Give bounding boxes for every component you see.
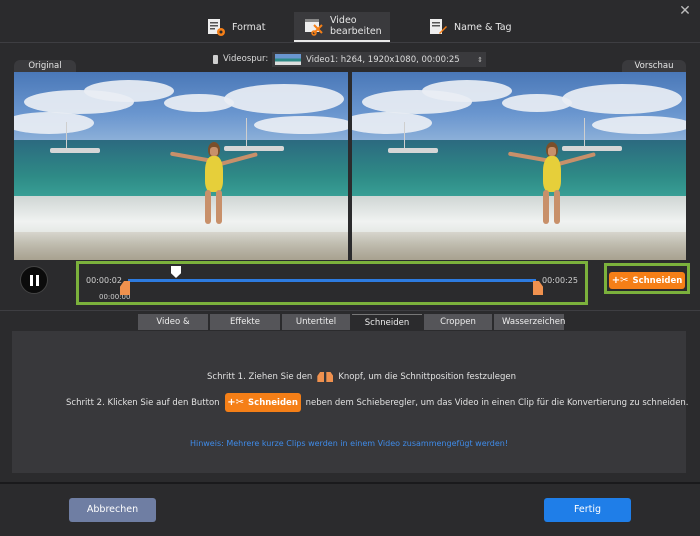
inline-cut-button: +✂ Schneiden: [224, 393, 301, 412]
timeline-track[interactable]: [128, 279, 536, 282]
track-label: Videospur:: [223, 54, 269, 64]
edit-subtabs: Video & Audio Effekte Untertitel Schneid…: [138, 314, 565, 343]
cancel-button[interactable]: Abbrechen: [69, 498, 156, 522]
video-edit-icon: [304, 16, 324, 36]
track-thumbnail: [275, 54, 301, 65]
end-time: 00:00:25: [542, 276, 578, 285]
step-1: Schritt 1. Ziehen Sie den Knopf, um die …: [207, 372, 516, 382]
done-button[interactable]: Fertig: [544, 498, 631, 522]
tab-format-label: Format: [232, 21, 266, 33]
subtab-video-audio[interactable]: Video & Audio: [138, 314, 208, 343]
hint-text: Hinweis: Mehrere kurze Clips werden in e…: [189, 439, 509, 448]
subtab-croppen[interactable]: Croppen: [424, 314, 492, 330]
step2-text-b: neben dem Schieberegler, um das Video in…: [305, 397, 689, 408]
tab-video-edit-label: Video bearbeiten: [330, 15, 382, 37]
original-video[interactable]: [14, 72, 348, 260]
timeline-highlight: [76, 261, 588, 305]
add-scissors-icon: +✂: [227, 397, 245, 408]
step1-text-b: Knopf, um die Schnittposition festzulege…: [338, 372, 516, 382]
subtab-untertitel[interactable]: Untertitel: [282, 314, 350, 330]
preview-video[interactable]: [352, 72, 686, 260]
pause-button[interactable]: [20, 266, 48, 294]
phone-icon: [213, 54, 218, 64]
track-value: Video1: h264, 1920x1080, 00:00:25: [306, 54, 460, 65]
cut-button[interactable]: +✂ Schneiden: [609, 272, 685, 289]
cut-button-label: Schneiden: [632, 275, 683, 286]
preview-label: Vorschau: [622, 60, 686, 72]
tab-name-tag-label: Name & Tag: [454, 21, 512, 33]
name-tag-icon: [428, 17, 448, 37]
subtab-effekte[interactable]: Effekte: [210, 314, 280, 330]
tab-format[interactable]: Format: [196, 12, 275, 42]
track-dropdown[interactable]: Video1: h264, 1920x1080, 00:00:25 ⇕: [272, 52, 486, 67]
add-scissors-icon: +✂: [611, 275, 629, 286]
inline-cut-label: Schneiden: [248, 397, 298, 408]
cut-handle-icon: [317, 372, 334, 382]
step1-text-a: Schritt 1. Ziehen Sie den: [207, 372, 313, 382]
subtab-schneiden[interactable]: Schneiden: [352, 314, 422, 330]
tab-video-edit[interactable]: Video bearbeiten: [294, 12, 390, 42]
format-icon: [206, 17, 226, 37]
close-icon[interactable]: ✕: [678, 4, 692, 18]
subtab-wasserzeichen[interactable]: Wasserzeichen: [494, 314, 565, 330]
cut-instructions-panel: Schritt 1. Ziehen Sie den Knopf, um die …: [12, 331, 689, 473]
tab-name-tag[interactable]: Name & Tag: [418, 12, 522, 42]
original-label: Original: [14, 60, 76, 72]
track-selector: Videospur:: [213, 54, 268, 64]
step-2: Schritt 2. Klicken Sie auf den Button +✂…: [66, 393, 689, 412]
chevron-updown-icon: ⇕: [477, 55, 483, 64]
start-time: 00:00:02: [86, 276, 122, 285]
step2-text-a: Schritt 2. Klicken Sie auf den Button: [66, 397, 220, 408]
